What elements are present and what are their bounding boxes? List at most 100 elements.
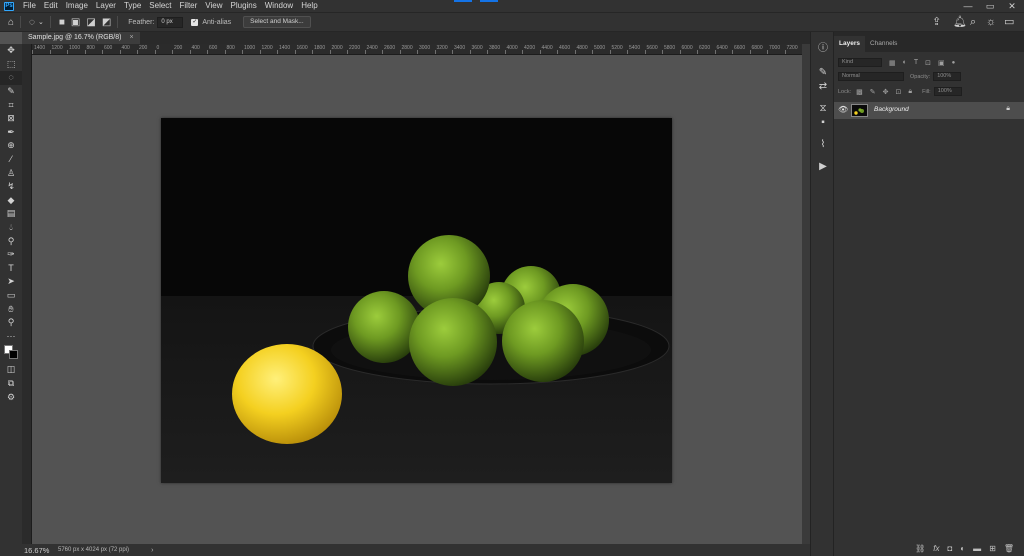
blur-icon[interactable]: 💧︎ — [0, 221, 22, 235]
ruler-tick-label: 2800 — [401, 45, 413, 51]
new-selection-icon[interactable]: ■ — [59, 17, 65, 28]
share-icon[interactable]: ⇪ — [932, 17, 941, 28]
ruler-tick-label: 6000 — [681, 45, 693, 51]
eyedropper-icon[interactable]: ✒ — [0, 126, 22, 140]
opacity-input[interactable]: 100% — [933, 72, 962, 81]
delete-layer-icon[interactable]: 🗑︎ — [1004, 544, 1014, 553]
frame-icon[interactable]: ⊠ — [0, 112, 22, 126]
workspace-icon[interactable]: ▭ — [1004, 17, 1014, 28]
lock-position-icon[interactable]: ✥ — [883, 88, 889, 96]
intersect-selection-icon[interactable]: ◩ — [102, 17, 111, 28]
color-swatches[interactable] — [0, 343, 22, 363]
new-adjustment-icon[interactable]: ◐ — [960, 544, 965, 553]
menu-edit[interactable]: Edit — [40, 0, 62, 12]
layer-row[interactable]: 👁︎ Background 🔒︎ — [834, 102, 1024, 119]
background-color[interactable] — [9, 350, 18, 360]
eraser-icon[interactable]: ◆ — [0, 194, 22, 208]
rectangle-icon[interactable]: ▭ — [0, 289, 22, 303]
quick-select-icon[interactable]: ✎ — [0, 85, 22, 99]
edit-toolbar-icon[interactable]: ⚙ — [0, 390, 22, 404]
lasso-icon[interactable]: ◌ — [0, 71, 22, 85]
subtract-selection-icon[interactable]: ◪ — [86, 17, 95, 28]
chevron-down-icon[interactable]: ⌄ — [38, 18, 44, 26]
tab-layers[interactable]: Layers — [834, 36, 865, 52]
link-layers-icon[interactable]: ⛓ — [915, 544, 925, 553]
close-button[interactable]: ✕ — [1004, 0, 1020, 12]
zoom-icon[interactable]: ⚲ — [0, 316, 22, 330]
antialias-checkbox[interactable]: ✓ — [191, 18, 199, 26]
menu-layer[interactable]: Layer — [92, 0, 120, 12]
adjustments-icon[interactable]: ⇄ — [811, 82, 835, 92]
kind-filter-select[interactable]: Kind — [838, 58, 882, 67]
lock-all-icon[interactable]: 🔒︎ — [908, 88, 912, 96]
menu-type[interactable]: Type — [120, 0, 145, 12]
new-group-icon[interactable]: ▬ — [973, 544, 981, 553]
close-tab-icon[interactable]: × — [129, 34, 133, 41]
lasso-preset-icon[interactable]: ◌ — [29, 17, 35, 28]
blend-mode-select[interactable]: Normal — [838, 72, 904, 81]
home-icon[interactable]: ⌂ — [8, 17, 14, 28]
path-select-icon[interactable]: ➤ — [0, 275, 22, 289]
menu-view[interactable]: View — [201, 0, 226, 12]
menu-window[interactable]: Window — [261, 0, 297, 12]
notifications-icon[interactable]: 🔔︎ — [953, 17, 967, 28]
menu-image[interactable]: Image — [62, 0, 92, 12]
menu-filter[interactable]: Filter — [176, 0, 202, 12]
brush-settings-icon[interactable]: ✎ — [811, 68, 835, 78]
type-filter-icon[interactable]: T — [914, 59, 918, 66]
fill-input[interactable]: 100% — [933, 87, 962, 96]
move-icon[interactable]: ✥ — [0, 44, 22, 58]
quick-mask-icon[interactable]: ◫ — [0, 363, 22, 377]
shape-filter-icon[interactable]: ⊡ — [925, 59, 931, 67]
history-brush-icon[interactable]: ↯ — [0, 180, 22, 194]
menu-file[interactable]: File — [19, 0, 40, 12]
dodge-icon[interactable]: ⚲ — [0, 234, 22, 248]
smart-filter-icon[interactable]: ▣ — [938, 59, 945, 67]
new-layer-icon[interactable]: ⊞ — [989, 544, 996, 553]
paths-icon[interactable]: ⌇ — [811, 140, 835, 150]
type-icon[interactable]: T — [0, 262, 22, 276]
feather-input[interactable]: 0 px — [157, 16, 184, 28]
hand-icon[interactable]: ✋︎ — [0, 302, 22, 316]
fx-icon[interactable]: fx — [933, 544, 939, 553]
pen-icon[interactable]: ✑ — [0, 248, 22, 262]
history-icon[interactable]: ⧖ — [811, 104, 835, 114]
filter-toggle-icon[interactable]: ● — [952, 60, 956, 66]
status-menu-icon[interactable]: › — [151, 547, 153, 554]
search-icon[interactable]: ⌕ — [970, 17, 976, 28]
lock-image-icon[interactable]: ✎ — [870, 88, 876, 96]
more-icon[interactable]: ··· — [0, 329, 22, 343]
crop-icon[interactable]: ⌗ — [0, 98, 22, 112]
select-and-mask-button[interactable]: Select and Mask... — [243, 16, 311, 28]
add-selection-icon[interactable]: ▣ — [71, 17, 80, 28]
vertical-scrollbar[interactable] — [802, 44, 810, 544]
layer-lock-icon[interactable]: 🔒︎ — [1006, 105, 1010, 113]
brush-icon[interactable]: ⁄ — [0, 153, 22, 167]
document-tab[interactable]: Sample.jpg @ 16.7% (RGB/8) × — [22, 32, 140, 44]
marquee-icon[interactable]: ⬚ — [0, 58, 22, 72]
add-mask-icon[interactable]: ◘ — [947, 544, 952, 553]
menu-select[interactable]: Select — [145, 0, 175, 12]
gradient-icon[interactable]: ▤ — [0, 207, 22, 221]
screen-mode-icon[interactable]: ⧉ — [0, 377, 22, 391]
ruler-tick — [242, 50, 243, 54]
discover-icon[interactable]: ☼ — [986, 17, 996, 28]
actions-play-icon[interactable]: ▶ — [811, 162, 835, 172]
spot-heal-icon[interactable]: ⊕ — [0, 139, 22, 153]
lock-artboard-icon[interactable]: ⊡ — [896, 88, 902, 96]
adjustment-filter-icon[interactable]: ◐ — [903, 59, 907, 66]
zoom-level[interactable]: 16.67% — [22, 546, 58, 555]
menu-help[interactable]: Help — [297, 0, 321, 12]
pixel-filter-icon[interactable]: ▦ — [889, 59, 896, 67]
lock-pixels-icon[interactable]: ▩ — [856, 88, 863, 96]
minimize-button[interactable]: — — [960, 0, 976, 12]
stamp-icon[interactable]: ♙ — [0, 166, 22, 180]
document-image[interactable] — [161, 118, 672, 483]
layer-name[interactable]: Background — [874, 106, 909, 113]
menu-plugins[interactable]: Plugins — [227, 0, 261, 12]
visibility-eye-icon[interactable]: 👁︎ — [838, 105, 848, 114]
maximize-button[interactable]: ▭ — [982, 0, 998, 12]
info-icon[interactable]: ⓘ — [811, 44, 835, 54]
tab-channels[interactable]: Channels — [865, 36, 902, 52]
comments-icon[interactable]: ▪ — [811, 118, 835, 128]
